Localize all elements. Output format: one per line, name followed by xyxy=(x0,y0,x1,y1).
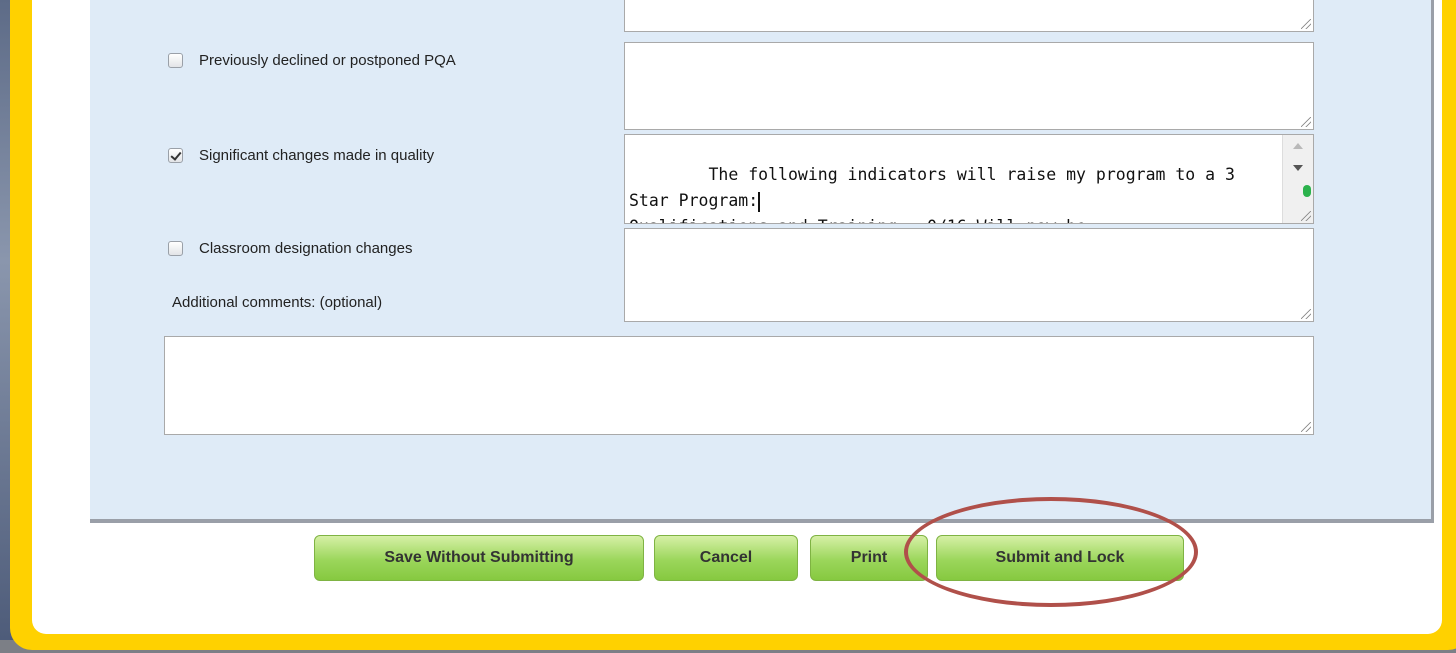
save-without-submitting-button[interactable]: Save Without Submitting xyxy=(314,535,644,581)
checkbox-previously-declined[interactable] xyxy=(168,53,183,68)
checkbox-label: Classroom designation changes xyxy=(199,240,413,257)
scroll-up-arrow-icon[interactable] xyxy=(1293,143,1303,149)
additional-comments-textarea[interactable] xyxy=(164,336,1314,435)
form-panel: Previously declined or postponed PQA Sig… xyxy=(90,0,1434,523)
textarea-scrollbar[interactable] xyxy=(1282,135,1313,223)
cancel-button[interactable]: Cancel xyxy=(654,535,798,581)
significant-changes-textarea[interactable]: The following indicators will raise my p… xyxy=(624,134,1314,224)
previously-declined-textarea[interactable] xyxy=(624,42,1314,130)
scroll-down-arrow-icon[interactable] xyxy=(1293,165,1303,171)
previous-textarea[interactable] xyxy=(624,0,1314,32)
checkbox-significant-changes[interactable] xyxy=(168,148,183,163)
checkbox-classroom-designation[interactable] xyxy=(168,241,183,256)
dialog-frame: Previously declined or postponed PQA Sig… xyxy=(10,0,1456,650)
additional-comments-label: Additional comments: (optional) xyxy=(172,294,383,311)
option-row-previously-declined: Previously declined or postponed PQA xyxy=(168,52,456,69)
textarea-text: The following indicators will raise my p… xyxy=(629,165,1245,223)
print-button[interactable]: Print xyxy=(810,535,928,581)
resize-grip-icon[interactable] xyxy=(1301,422,1311,432)
resize-grip-icon[interactable] xyxy=(1301,309,1311,319)
checkbox-label: Previously declined or postponed PQA xyxy=(199,52,456,69)
classroom-designation-textarea[interactable] xyxy=(624,228,1314,322)
dialog-body: Previously declined or postponed PQA Sig… xyxy=(32,0,1442,634)
grammar-indicator-icon xyxy=(1303,185,1311,197)
resize-grip-icon[interactable] xyxy=(1301,117,1311,127)
option-row-classroom-designation: Classroom designation changes xyxy=(168,240,412,257)
option-row-significant-changes: Significant changes made in quality xyxy=(168,147,434,164)
text-caret xyxy=(758,191,761,212)
checkbox-label: Significant changes made in quality xyxy=(199,147,435,164)
resize-grip-icon[interactable] xyxy=(1301,19,1311,29)
resize-grip-icon[interactable] xyxy=(1301,211,1311,221)
submit-and-lock-button[interactable]: Submit and Lock xyxy=(936,535,1184,581)
